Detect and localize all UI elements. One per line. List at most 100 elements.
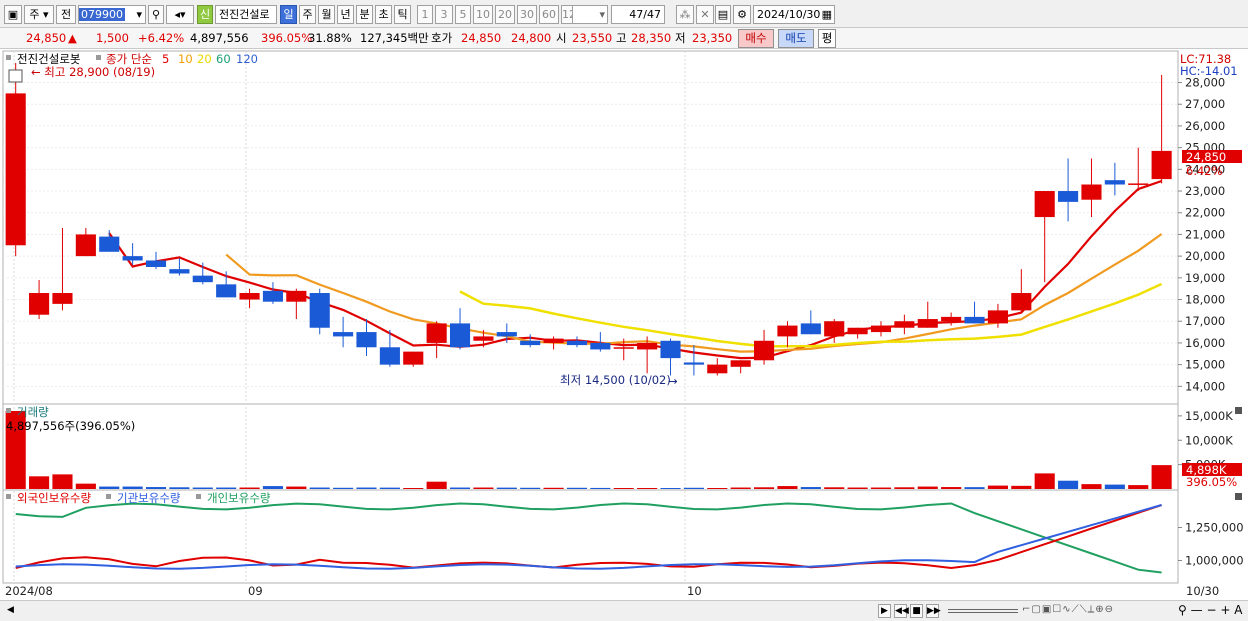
volume-bar: [964, 487, 985, 489]
rewind-icon[interactable]: ◀◀: [894, 604, 909, 618]
bid-price: 24,800: [511, 31, 552, 45]
period-button-4[interactable]: 분: [356, 5, 373, 24]
magnifier-icon[interactable]: ⚲: [1178, 603, 1187, 617]
volume-bar: [520, 487, 541, 489]
scroll-left-icon[interactable]: ◀: [4, 604, 17, 618]
current-price: 24,850: [26, 31, 67, 45]
volume-title: 거래량: [17, 405, 49, 419]
text-tool-icon[interactable]: A: [1234, 603, 1242, 617]
price-tick-label: 17,000: [1185, 314, 1225, 328]
legend-bullet: [6, 408, 11, 413]
candle-body: [987, 310, 1008, 324]
interval-button-30[interactable]: 30: [517, 5, 537, 24]
interval-button-60[interactable]: 60: [539, 5, 559, 24]
price-tag-pct: 6.42%: [1186, 164, 1223, 178]
date-field[interactable]: 2024/10/30 ▦: [753, 5, 835, 24]
period-button-0[interactable]: 일: [280, 5, 297, 24]
volume-bar: [473, 487, 494, 489]
candle-body: [707, 364, 728, 374]
period-select[interactable]: 주 ▾: [24, 5, 54, 24]
period-button-3[interactable]: 년: [337, 5, 354, 24]
prev-button[interactable]: 전: [56, 5, 76, 24]
volume-bar: [800, 487, 821, 489]
stock-chart[interactable]: 28,00027,00026,00025,00024,00023,00022,0…: [0, 50, 1248, 600]
zoom-tools: ⚲ — − + A: [1178, 603, 1242, 617]
zoom-slider[interactable]: [948, 609, 1018, 613]
turnover-pct: 31.88%: [308, 31, 352, 45]
trade-amount: 127,345백만: [360, 31, 429, 45]
interval-button-1[interactable]: 1: [417, 5, 433, 24]
holdings-legend-1: 기관보유수량: [117, 491, 181, 505]
play-icon[interactable]: ▶: [878, 604, 891, 618]
candle-body: [1104, 180, 1125, 185]
search-icon[interactable]: ⚲: [148, 5, 164, 24]
candle-body: [613, 347, 634, 349]
period-button-6[interactable]: 틱: [394, 5, 411, 24]
volume-bar: [754, 487, 775, 489]
save-icon[interactable]: ▤: [715, 5, 731, 24]
volume-bar: [941, 487, 962, 489]
legend-bullet: [6, 494, 11, 499]
volume-bar: [403, 488, 424, 489]
minus-icon[interactable]: −: [1206, 603, 1216, 617]
period-button-2[interactable]: 월: [318, 5, 335, 24]
volume-bar: [356, 487, 377, 489]
period-button-5[interactable]: 초: [375, 5, 392, 24]
x-label-oct: 10: [687, 584, 702, 598]
price-tick-label: 21,000: [1185, 227, 1225, 241]
volume-info: 4,897,556주(396.05%): [6, 419, 135, 433]
volume-bar: [917, 486, 938, 489]
chart-toolbar: ▣ 주 ▾ 전 079900 ▾ ⚲ ◂▾ 신 전진건설로 일주월년분초틱 135…: [0, 0, 1248, 28]
price-tick-label: 26,000: [1185, 119, 1225, 133]
drawing-tools-icons[interactable]: ⌐▢▣☐∿⟋⟍⟂⊕⊖: [1022, 604, 1114, 615]
candle-body: [262, 290, 284, 302]
zoom-out-icon[interactable]: —: [1191, 603, 1203, 617]
volume-bar: [824, 487, 845, 489]
volume-bar: [496, 487, 517, 489]
candle-body: [192, 275, 213, 283]
calendar-icon: [8, 69, 23, 83]
volume-bar: [239, 487, 260, 489]
candle-body: [1081, 184, 1102, 200]
volume-bar: [683, 487, 704, 489]
stop-icon[interactable]: ■: [910, 604, 923, 618]
candle-body: [473, 336, 494, 341]
price-change-pct: +6.42%: [138, 31, 185, 45]
interval-button-10[interactable]: 10: [473, 5, 493, 24]
stock-name-field[interactable]: 전진건설로: [215, 5, 277, 24]
speaker-icon[interactable]: ◂▾: [166, 5, 194, 24]
period-button-1[interactable]: 주: [299, 5, 316, 24]
legend-ma-title: 종가 단순: [106, 52, 152, 66]
volume-bar: [52, 474, 73, 489]
volume-bar: [1034, 473, 1055, 489]
interval-button-5[interactable]: 5: [455, 5, 471, 24]
legend-bullet: [106, 494, 111, 499]
price-tag: 24,850: [1186, 150, 1226, 164]
volume-bar: [660, 488, 681, 489]
candle-body: [333, 332, 354, 337]
sell-button[interactable]: 매도: [778, 29, 814, 48]
candle-body: [683, 362, 704, 365]
chart-background: [0, 50, 1248, 600]
legend-candle-title: 전진건설로봇: [17, 52, 80, 66]
interval-button-20[interactable]: 20: [495, 5, 515, 24]
gear-icon[interactable]: ⚙: [733, 5, 751, 24]
candle-body: [566, 340, 588, 346]
crosshair-icon[interactable]: ✕: [696, 5, 714, 24]
count-field[interactable]: 47/47: [611, 5, 665, 24]
unit-select[interactable]: ▾: [572, 5, 608, 24]
stock-code-input[interactable]: 079900 ▾: [78, 5, 146, 24]
chevron-down-icon: ▾: [599, 8, 605, 21]
legend-bullet: [6, 55, 11, 60]
link-icon[interactable]: ⁂: [676, 5, 694, 24]
candle-body: [5, 93, 26, 246]
eval-button[interactable]: 평: [818, 29, 836, 48]
volume-bar: [777, 486, 798, 489]
min-price-note: 최저 14,500 (10/02): [560, 373, 671, 387]
plus-icon[interactable]: +: [1220, 603, 1230, 617]
interval-button-3[interactable]: 3: [435, 5, 453, 24]
window-menu-icon[interactable]: ▣: [4, 5, 22, 24]
buy-button[interactable]: 매수: [738, 29, 774, 48]
fast-forward-icon[interactable]: ▶▶: [926, 604, 941, 618]
candle-body: [894, 321, 915, 328]
